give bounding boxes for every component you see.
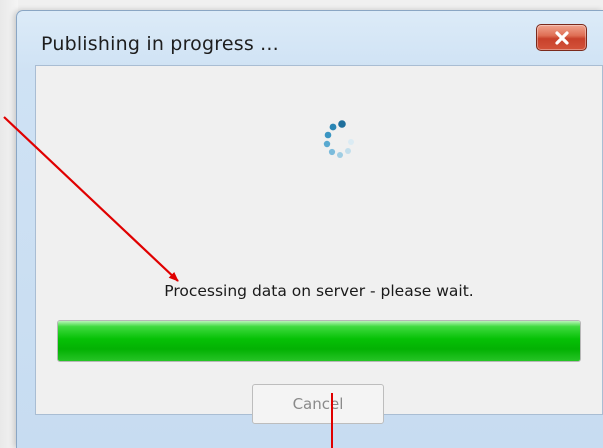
close-icon bbox=[554, 30, 569, 45]
publishing-dialog: Publishing in progress ... Processing da… bbox=[16, 10, 603, 448]
status-message: Processing data on server - please wait. bbox=[164, 282, 474, 300]
dialog-title: Publishing in progress ... bbox=[41, 33, 279, 55]
progress-bar bbox=[57, 320, 581, 362]
loading-spinner-icon bbox=[323, 120, 354, 158]
progress-bar-fill bbox=[58, 321, 580, 361]
dialog-content: Processing data on server - please wait.… bbox=[35, 65, 603, 424]
cancel-button[interactable]: Cancel bbox=[252, 384, 384, 424]
close-button[interactable] bbox=[536, 24, 587, 51]
